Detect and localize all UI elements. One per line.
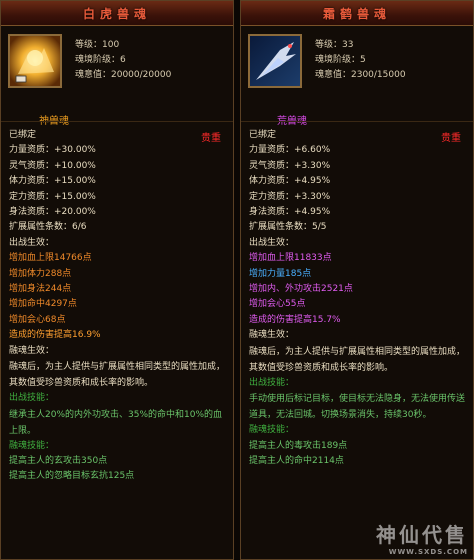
attribute-line: 造成的伤害提高15.7% [249, 314, 341, 325]
attribute-line: 已绑定 [249, 130, 277, 140]
level-text: 等级：100 [75, 40, 120, 50]
attribute-line: 出战生效： [9, 237, 55, 248]
attribute-line: 增加血上限14766点 [9, 253, 92, 264]
attribute-line: 融魂技能： [9, 440, 55, 451]
attribute-line: 出战技能： [9, 393, 55, 404]
attribute-line: 增加体力288点 [9, 268, 72, 279]
attribute-line: 增加命中4297点 [9, 299, 77, 310]
attribute-line: 定力资质：+3.30% [249, 191, 331, 202]
attribute-line: 融魂技能： [249, 425, 295, 436]
attribute-line: 提高主人的忽略目标玄抗125点 [9, 471, 135, 482]
frost-crane-icon [250, 36, 300, 86]
pet-stats: 等级：33 魂境阶级：5 魂意值：2300/15000 [315, 38, 406, 83]
white-tiger-soul-portrait[interactable] [8, 34, 62, 88]
attribute-line: 出战技能： [249, 377, 295, 388]
attribute-line: 灵气资质：+3.30% [249, 160, 331, 171]
left-pet-soul-panel: 白虎兽魂 等级：100 魂境阶级：6 魂意值：20000/20000 神兽魂 贵… [0, 0, 234, 560]
attribute-line: 身法资质：+20.00% [9, 207, 96, 218]
attribute-line: 力量资质：+6.60% [249, 145, 331, 156]
attribute-line: 定力资质：+15.00% [9, 191, 96, 202]
attribute-line: 提高主人的毒攻击189点 [249, 440, 348, 451]
attribute-line: 融魂后，为主人提供与扩展属性相同类型的属性加成，其数值受珍兽资质和成长率的影响。 [9, 362, 226, 389]
attribute-line: 增加力量185点 [249, 268, 312, 279]
right-pet-soul-panel: 霜鹤兽魂 等级：33 魂境阶级：5 魂意值：2300/15000 荒兽魂 贵重 … [240, 0, 474, 560]
attribute-line: 增加会心68点 [9, 314, 66, 325]
attribute-line: 融魂后，为主人提供与扩展属性相同类型的属性加成，其数值受珍兽资质和成长率的影响。 [249, 346, 466, 373]
attribute-line: 增加身法244点 [9, 284, 72, 295]
attribute-list: 已绑定力量资质：+6.60% 灵气资质：+3.30% 体力资质：+4.95% 定力资质… [241, 121, 473, 559]
attribute-line: 出战生效： [249, 237, 295, 248]
attribute-line: 身法资质：+4.95% [249, 207, 331, 218]
watermark-text: 神仙代售 [376, 523, 468, 547]
level-text: 等级：33 [315, 40, 354, 50]
attribute-line: 继承主人20%的内外功攻击、35%的命中和10%的血上限。 [9, 409, 223, 436]
attribute-line: 增加血上限11833点 [249, 253, 332, 264]
attribute-line: 融魂生效： [9, 345, 55, 356]
attribute-list: 已绑定力量资质：+30.00% 灵气资质：+10.00% 体力资质：+15.00% 定… [1, 121, 233, 559]
soul-value-text: 魂意值：20000/20000 [75, 70, 172, 80]
attribute-line: 体力资质：+15.00% [9, 176, 96, 187]
attribute-line: 手动使用后标记目标，使目标无法隐身，无法使用传送道具，无法回城。切换场景消失，持… [249, 394, 466, 421]
realm-text: 魂境阶级：6 [75, 55, 126, 65]
attribute-line: 体力资质：+4.95% [249, 176, 331, 187]
soul-value-text: 魂意值：2300/15000 [315, 70, 406, 80]
attribute-line: 力量资质：+30.00% [9, 145, 96, 156]
attribute-line: 已绑定 [9, 130, 37, 140]
frost-crane-soul-portrait[interactable] [248, 34, 302, 88]
white-tiger-icon [10, 36, 60, 86]
panel-header: 等级：33 魂境阶级：5 魂意值：2300/15000 荒兽魂 贵重 [241, 26, 473, 144]
attribute-line: 灵气资质：+10.00% [9, 160, 96, 171]
attribute-line: 扩展属性条数：6/6 [9, 222, 87, 233]
site-watermark-logo: 神仙代售 WWW.SXDS.COM [376, 519, 468, 556]
realm-text: 魂境阶级：5 [315, 55, 366, 65]
attribute-line: 融魂生效： [249, 330, 295, 341]
watermark-url: WWW.SXDS.COM [388, 548, 468, 556]
panel-title: 白虎兽魂 [1, 1, 233, 26]
attribute-line: 造成的伤害提高16.9% [9, 330, 101, 341]
attribute-line: 提高主人的命中2114点 [249, 455, 344, 466]
panel-title: 霜鹤兽魂 [241, 1, 473, 26]
attribute-line: 增加内、外功攻击2521点 [249, 284, 353, 295]
attribute-line: 增加会心55点 [249, 299, 306, 310]
attribute-line: 提高主人的玄攻击350点 [9, 455, 108, 466]
pet-stats: 等级：100 魂境阶级：6 魂意值：20000/20000 [75, 38, 171, 83]
panel-header: 等级：100 魂境阶级：6 魂意值：20000/20000 神兽魂 贵重 [1, 26, 233, 144]
attribute-line: 扩展属性条数：5/5 [249, 222, 327, 233]
